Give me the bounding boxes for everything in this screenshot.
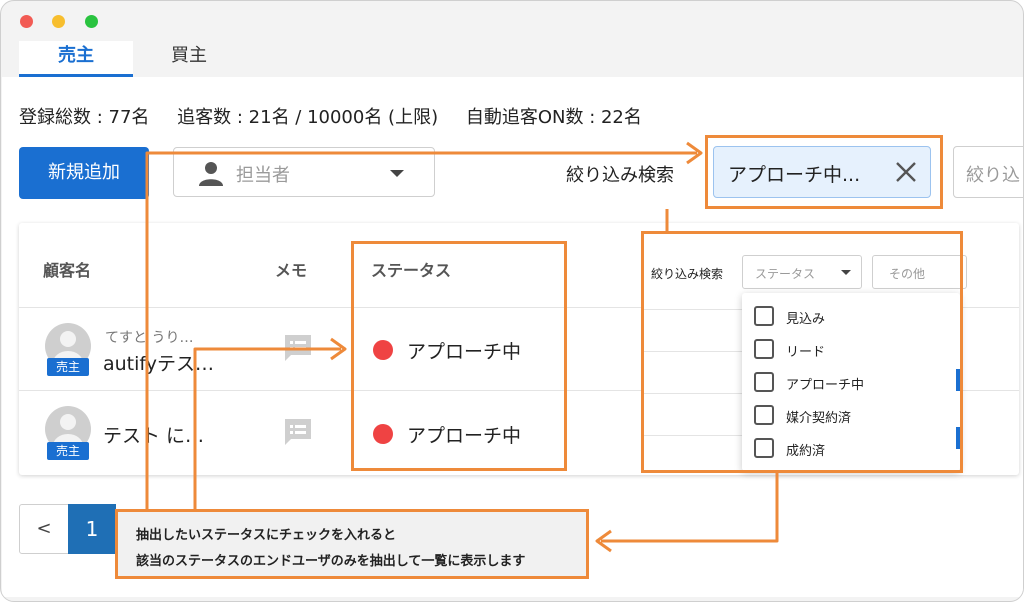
tab-seller[interactable]: 売主 [19,41,133,77]
tracking-count: 追客数 : 21名 / 10000名 (上限) [177,107,439,128]
annotation-callout: 抽出したいステータスにチェックを入れると 該当のステータスのエンドユーザのみを抽… [115,509,589,579]
filter-label: 絞り込み検索 [566,165,674,186]
close-window-icon[interactable] [20,15,33,28]
app-window: 売主 買主 登録総数 : 77名 追客数 : 21名 / 10000名 (上限)… [0,0,1024,602]
customer-name-link[interactable]: テスト に… [103,421,204,448]
person-icon [199,162,223,186]
page-1-button[interactable]: 1 [68,504,116,554]
seller-badge: 売主 [47,442,89,460]
callout-line-2: 該当のステータスのエンドユーザのみを抽出して一覧に表示します [136,554,526,569]
stats-summary: 登録総数 : 77名 追客数 : 21名 / 10000名 (上限) 自動追客O… [19,103,664,129]
highlight-status-column [351,241,567,471]
minimize-window-icon[interactable] [52,15,65,28]
callout-line-1: 抽出したいステータスにチェックを入れると [136,528,397,543]
customer-name-link[interactable]: autifyテス… [103,349,214,376]
memo-icon[interactable] [283,333,313,363]
filter-input-placeholder: 絞り込 [966,165,1020,186]
header-customer-name: 顧客名 [43,261,92,280]
assignee-placeholder: 担当者 [236,165,290,186]
prev-page-button[interactable]: < [19,504,69,554]
maximize-window-icon[interactable] [85,15,98,28]
seller-badge: 売主 [47,358,89,376]
filter-input[interactable]: 絞り込 [953,146,1023,198]
registered-count: 登録総数 : 77名 [19,107,150,128]
tab-buyer[interactable]: 買主 [139,41,239,77]
memo-icon[interactable] [283,417,313,447]
highlight-filter-chip [705,135,943,209]
header-memo: メモ [275,261,308,280]
assignee-select[interactable]: 担当者 [173,147,435,197]
chevron-down-icon [390,170,404,177]
add-new-button[interactable]: 新規追加 [19,147,149,199]
auto-tracking-count: 自動追客ON数 : 22名 [465,107,642,128]
highlight-filter-popup [641,231,963,473]
customer-kana: てすと うり… [105,330,194,346]
